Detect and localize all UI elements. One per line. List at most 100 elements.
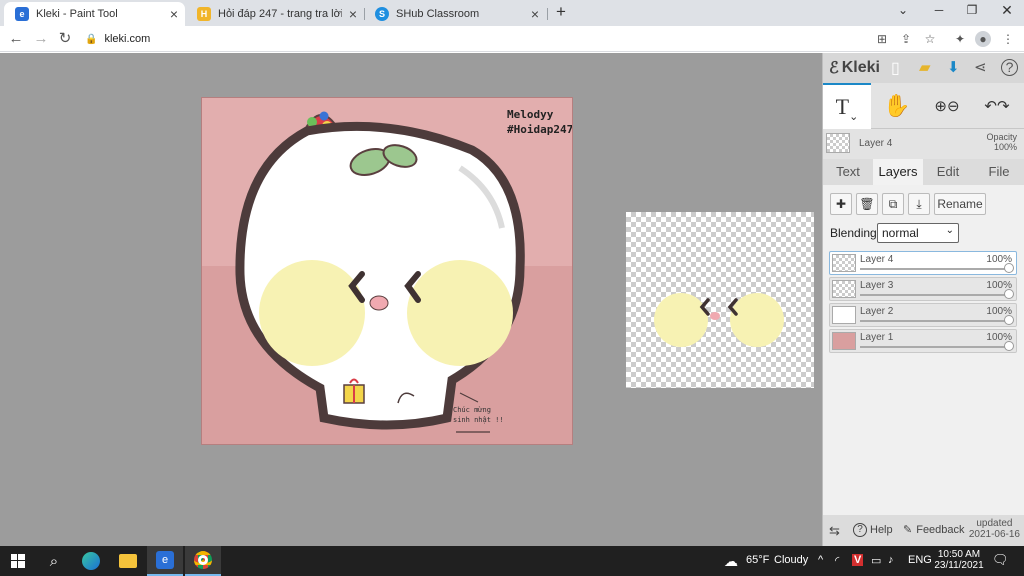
- minimize-button[interactable]: ─: [924, 3, 954, 17]
- tab-file[interactable]: File: [973, 159, 1024, 185]
- hand-tool-icon[interactable]: ✋: [873, 83, 921, 129]
- drawing-workspace[interactable]: Melodyy #Hoidap247 Chúc mừng sinh nhật !…: [0, 53, 822, 546]
- slider-knob[interactable]: [1004, 289, 1014, 299]
- layer-opacity-slider[interactable]: [860, 268, 1010, 270]
- edge-icon[interactable]: [73, 546, 109, 576]
- weather-desc[interactable]: Cloudy: [774, 554, 808, 566]
- updated-date: 2021-06-16: [968, 529, 1020, 540]
- reload-icon[interactable]: ↻: [56, 30, 74, 48]
- open-file-icon[interactable]: ▰: [919, 58, 931, 76]
- blending-label: Blending: [830, 226, 877, 240]
- tab-shub[interactable]: S SHub Classroom ×: [364, 2, 546, 26]
- shub-icon: S: [375, 7, 389, 21]
- signature-name: Melodyy: [507, 108, 554, 121]
- url-text: kleki.com: [104, 33, 151, 45]
- search-icon[interactable]: ⌕: [36, 546, 72, 576]
- rename-layer-button[interactable]: Rename: [934, 193, 986, 215]
- close-window-button[interactable]: ✕: [992, 2, 1022, 19]
- layer-row[interactable]: Layer 2 100%: [829, 303, 1017, 327]
- help-label: Help: [870, 524, 893, 536]
- swap-sides-icon[interactable]: ⇆: [829, 523, 840, 539]
- extensions-icon[interactable]: ✦: [952, 31, 968, 47]
- layer-row[interactable]: Layer 4 100%: [829, 251, 1017, 275]
- layer-name: Layer 1: [860, 332, 894, 343]
- back-icon[interactable]: ←: [7, 30, 25, 48]
- zoom-tool-icon[interactable]: ⊕⊖: [923, 83, 971, 129]
- text-tool-icon[interactable]: T ⌄: [823, 83, 871, 129]
- tab-layers[interactable]: Layers: [873, 159, 923, 185]
- address-toolbar: ← → ↻ 🔒 kleki.com ⊞ ⇪ ☆ ✦ ● ⋮: [0, 26, 1024, 52]
- layer-row[interactable]: Layer 1 100%: [829, 329, 1017, 353]
- blending-select[interactable]: normal ⌄: [877, 223, 959, 243]
- volume-icon[interactable]: ♪: [888, 554, 894, 566]
- close-tab-icon[interactable]: ×: [163, 6, 185, 22]
- merge-layer-icon[interactable]: ⤓: [908, 193, 930, 215]
- browser-menu-icon[interactable]: ⋮: [1000, 31, 1016, 47]
- share-icon[interactable]: ⋖: [974, 58, 987, 76]
- tab-edit[interactable]: Edit: [923, 159, 973, 185]
- slider-knob[interactable]: [1004, 341, 1014, 351]
- layer-name: Layer 4: [860, 254, 894, 265]
- tab-title: SHub Classroom: [396, 8, 480, 20]
- updated-label: updated: [976, 518, 1013, 529]
- language-indicator[interactable]: ENG: [908, 554, 932, 566]
- download-icon[interactable]: ⬇: [947, 58, 960, 76]
- canvas-artwork: Melodyy #Hoidap247 Chúc mừng sinh nhật !…: [202, 98, 573, 444]
- feedback-button[interactable]: ✎ Feedback: [903, 523, 965, 537]
- help-icon[interactable]: ?: [1001, 59, 1018, 76]
- kleki-logo: ℰ Kleki: [829, 58, 880, 78]
- kleki-logo-icon: ℰ: [829, 60, 839, 77]
- close-tab-icon[interactable]: ×: [342, 6, 364, 22]
- tab-hoidap[interactable]: H Hỏi đáp 247 - trang tra lời ×: [186, 2, 364, 26]
- layers-panel: ✚ 🗑 ⧉ ⤓ Rename Blending normal ⌄ Layer 4…: [823, 185, 1024, 515]
- restore-button[interactable]: ❐: [957, 3, 987, 17]
- kleki-logo-text: Kleki: [841, 59, 880, 76]
- new-image-icon[interactable]: ▯: [891, 58, 900, 78]
- tab-title: Hỏi đáp 247 - trang tra lời: [218, 8, 342, 20]
- tool-row: T ⌄ ✋ ⊕⊖ ↶↷: [823, 83, 1024, 129]
- close-tab-icon[interactable]: ×: [524, 6, 546, 22]
- delete-layer-icon[interactable]: 🗑: [856, 193, 878, 215]
- opacity-readout: Opacity 100%: [986, 132, 1017, 152]
- main-canvas[interactable]: Melodyy #Hoidap247 Chúc mừng sinh nhật !…: [201, 97, 573, 445]
- slider-knob[interactable]: [1004, 315, 1014, 325]
- kleki-app-icon[interactable]: e: [147, 546, 183, 576]
- monitor-icon[interactable]: ▭: [871, 554, 881, 567]
- panel-footer: ⇆ ? Help ✎ Feedback updated 2021-06-16: [823, 515, 1024, 546]
- duplicate-layer-icon[interactable]: ⧉: [882, 193, 904, 215]
- version-info: updated 2021-06-16: [969, 518, 1020, 540]
- layer-preview-canvas: [626, 212, 814, 388]
- layer-opacity-slider[interactable]: [860, 346, 1010, 348]
- undo-redo-icon[interactable]: ↶↷: [973, 83, 1021, 129]
- layer-name: Layer 3: [860, 280, 894, 291]
- hoidap-icon: H: [197, 7, 211, 21]
- clock[interactable]: 10:50 AM 23/11/2021: [934, 549, 984, 571]
- layer-opacity-slider[interactable]: [860, 294, 1010, 296]
- unikey-v-icon[interactable]: V: [852, 554, 864, 566]
- forward-icon[interactable]: →: [32, 30, 50, 48]
- network-icon[interactable]: ◜: [835, 554, 839, 567]
- weather-temp[interactable]: 65°F: [746, 554, 769, 566]
- notifications-icon[interactable]: 🗨: [992, 552, 1009, 568]
- translate-icon[interactable]: ⊞: [874, 31, 890, 47]
- slider-knob[interactable]: [1004, 263, 1014, 273]
- start-button[interactable]: [0, 546, 36, 576]
- tab-search-icon[interactable]: ⌄: [888, 3, 918, 17]
- profile-avatar-icon[interactable]: ●: [975, 31, 991, 47]
- help-button[interactable]: ? Help: [853, 523, 893, 537]
- new-tab-button[interactable]: +: [546, 2, 576, 22]
- current-layer-thumbnail: [826, 133, 850, 153]
- tray-expand-icon[interactable]: ^: [818, 554, 823, 566]
- file-explorer-icon[interactable]: [110, 546, 146, 576]
- address-bar[interactable]: 🔒 kleki.com: [85, 29, 865, 49]
- share-icon[interactable]: ⇪: [898, 31, 914, 47]
- tab-kleki[interactable]: e Kleki - Paint Tool ×: [4, 2, 185, 26]
- signature-tag: #Hoidap247: [507, 123, 573, 136]
- chrome-icon[interactable]: [185, 546, 221, 576]
- tab-text[interactable]: Text: [823, 159, 873, 185]
- kleki-icon: e: [15, 7, 29, 21]
- layer-opacity-slider[interactable]: [860, 320, 1010, 322]
- add-layer-icon[interactable]: ✚: [830, 193, 852, 215]
- bookmark-star-icon[interactable]: ☆: [922, 31, 938, 47]
- layer-row[interactable]: Layer 3 100%: [829, 277, 1017, 301]
